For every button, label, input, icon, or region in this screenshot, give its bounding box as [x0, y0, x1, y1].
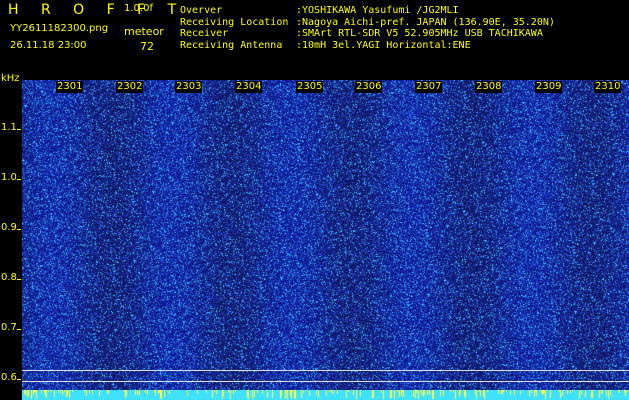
- info-value: :YOSHIKAWA Yasufumi /JG2MLI: [296, 5, 459, 16]
- y-axis: 1.1 1.0 0.9 0.8 0.7 0.6: [0, 80, 22, 400]
- y-tick-label: 0.9: [1, 222, 17, 233]
- meteor-label: meteor: [124, 25, 164, 38]
- info-key: Receiving Antenna: [180, 39, 283, 51]
- y-tick-label: 0.7: [1, 322, 17, 333]
- info-row-receiver: Receiver :SMArt RTL-SDR V5 52.905MHz USB …: [180, 28, 555, 40]
- info-key: Receiving Location: [180, 16, 289, 28]
- meteor-count: 72: [140, 40, 154, 53]
- info-key: Receiver: [180, 28, 229, 39]
- info-row-location: Receiving Location :Nagoya Aichi-pref. JA…: [180, 17, 555, 29]
- spectrogram: [22, 80, 629, 392]
- x-tick-label: 2306: [355, 81, 383, 93]
- timestamp: 26.11.18 23:00: [10, 40, 87, 51]
- x-tick-label: 2310: [594, 81, 622, 93]
- info-row-observer: Overver :YOSHIKAWA Yasufumi /JG2MLI: [180, 5, 555, 17]
- info-value: :SMArt RTL-SDR V5 52.905MHz USB TACHIKAW…: [296, 28, 543, 39]
- image-filename: YY2611182300.png: [10, 23, 109, 34]
- x-tick-label: 2305: [296, 81, 324, 93]
- y-tick-label: 1.1: [1, 122, 17, 133]
- x-tick-label: 2309: [535, 81, 563, 93]
- info-row-antenna: Receiving Antenna :10mH 3el.YAGI Horizont…: [180, 40, 555, 52]
- reference-line: [22, 381, 629, 382]
- header-panel: H R O F F T 1.0.0f YY2611182300.png mete…: [0, 0, 629, 84]
- reference-line: [22, 370, 629, 371]
- x-tick-label: 2301: [56, 81, 84, 93]
- app-version: 1.0.0f: [124, 3, 153, 14]
- y-tick-label: 1.0: [1, 172, 17, 183]
- x-tick-label: 2304: [235, 81, 263, 93]
- app-brand: H R O F F T: [8, 2, 186, 18]
- x-tick-label: 2303: [175, 81, 203, 93]
- y-tick-label: 0.8: [1, 272, 17, 283]
- spectrogram-canvas: [22, 80, 629, 392]
- info-key: Overver: [180, 5, 223, 16]
- x-tick-label: 2308: [475, 81, 503, 93]
- station-info: Overver :YOSHIKAWA Yasufumi /JG2MLI Recei…: [180, 5, 555, 51]
- x-tick-label: 2302: [116, 81, 144, 93]
- noise-band: [22, 390, 629, 400]
- info-value: :Nagoya Aichi-pref. JAPAN (136.90E, 35.2…: [296, 16, 555, 28]
- y-tick-label: 0.6: [1, 372, 17, 383]
- x-tick-label: 2307: [415, 81, 443, 93]
- info-value: :10mH 3el.YAGI Horizontal:ENE: [296, 39, 471, 51]
